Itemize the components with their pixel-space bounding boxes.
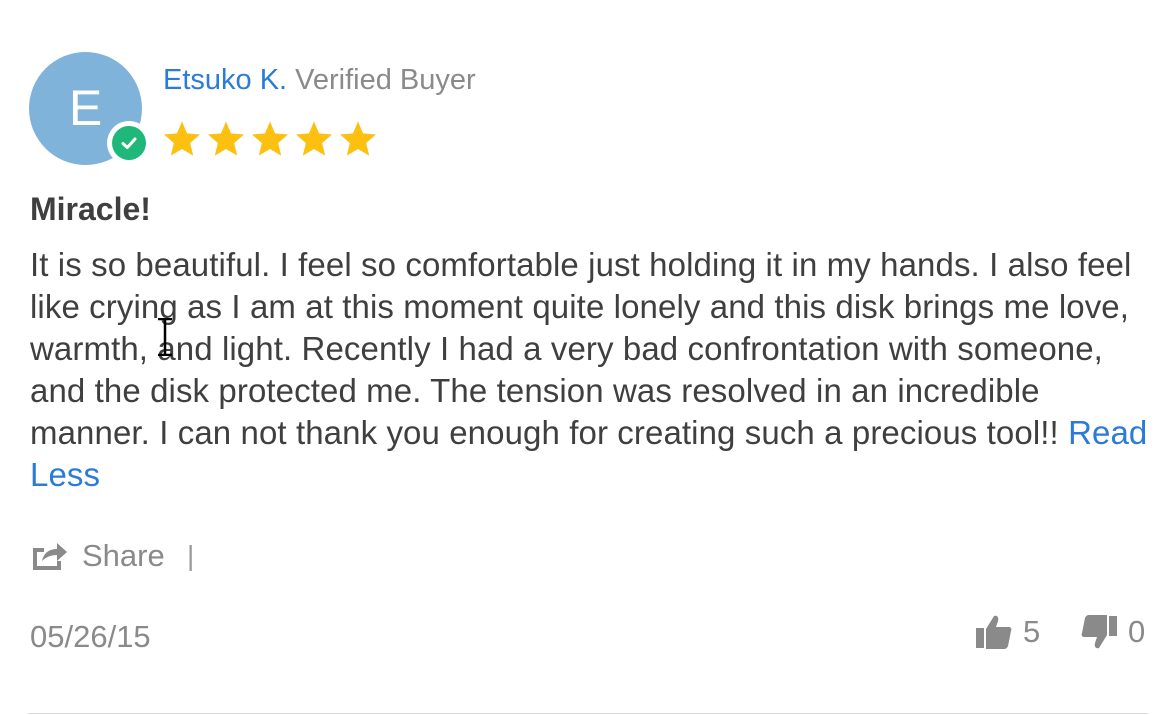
- upvote-count: 5: [1023, 614, 1041, 649]
- star-rating: [162, 119, 378, 159]
- author-name[interactable]: Etsuko K.: [163, 64, 287, 96]
- check-circle-icon: [112, 126, 146, 160]
- share-separator: |: [187, 540, 195, 571]
- downvote-count: 0: [1128, 614, 1146, 649]
- author-line: Etsuko K. Verified Buyer: [163, 62, 476, 98]
- review-body: It is so beautiful. I feel so comfortabl…: [30, 244, 1150, 496]
- divider: [28, 713, 1148, 714]
- thumbs-up-icon: [976, 615, 1012, 649]
- text-cursor-icon: [158, 318, 172, 356]
- review-date: 05/26/15: [30, 619, 151, 654]
- avatar-initial: E: [68, 80, 103, 136]
- upvote-button[interactable]: 5: [975, 614, 1040, 650]
- star-icon: [340, 121, 376, 156]
- share-icon: [33, 543, 67, 570]
- thumbs-down-icon: [1081, 615, 1117, 649]
- star-icon: [296, 121, 332, 156]
- review-card: E Etsuko K. Verified Buyer Miracle! It is…: [0, 0, 1170, 715]
- downvote-button[interactable]: 0: [1080, 614, 1145, 650]
- star-icon: [208, 121, 244, 156]
- star-icon: [252, 121, 288, 156]
- verified-badge: [107, 121, 151, 165]
- verified-buyer-label: Verified Buyer: [295, 64, 476, 96]
- star-icon: [164, 121, 200, 156]
- review-text: It is so beautiful. I feel so comfortabl…: [30, 246, 1132, 451]
- share-label: Share: [82, 538, 165, 573]
- review-title: Miracle!: [30, 191, 151, 227]
- share-button[interactable]: Share: [30, 538, 165, 574]
